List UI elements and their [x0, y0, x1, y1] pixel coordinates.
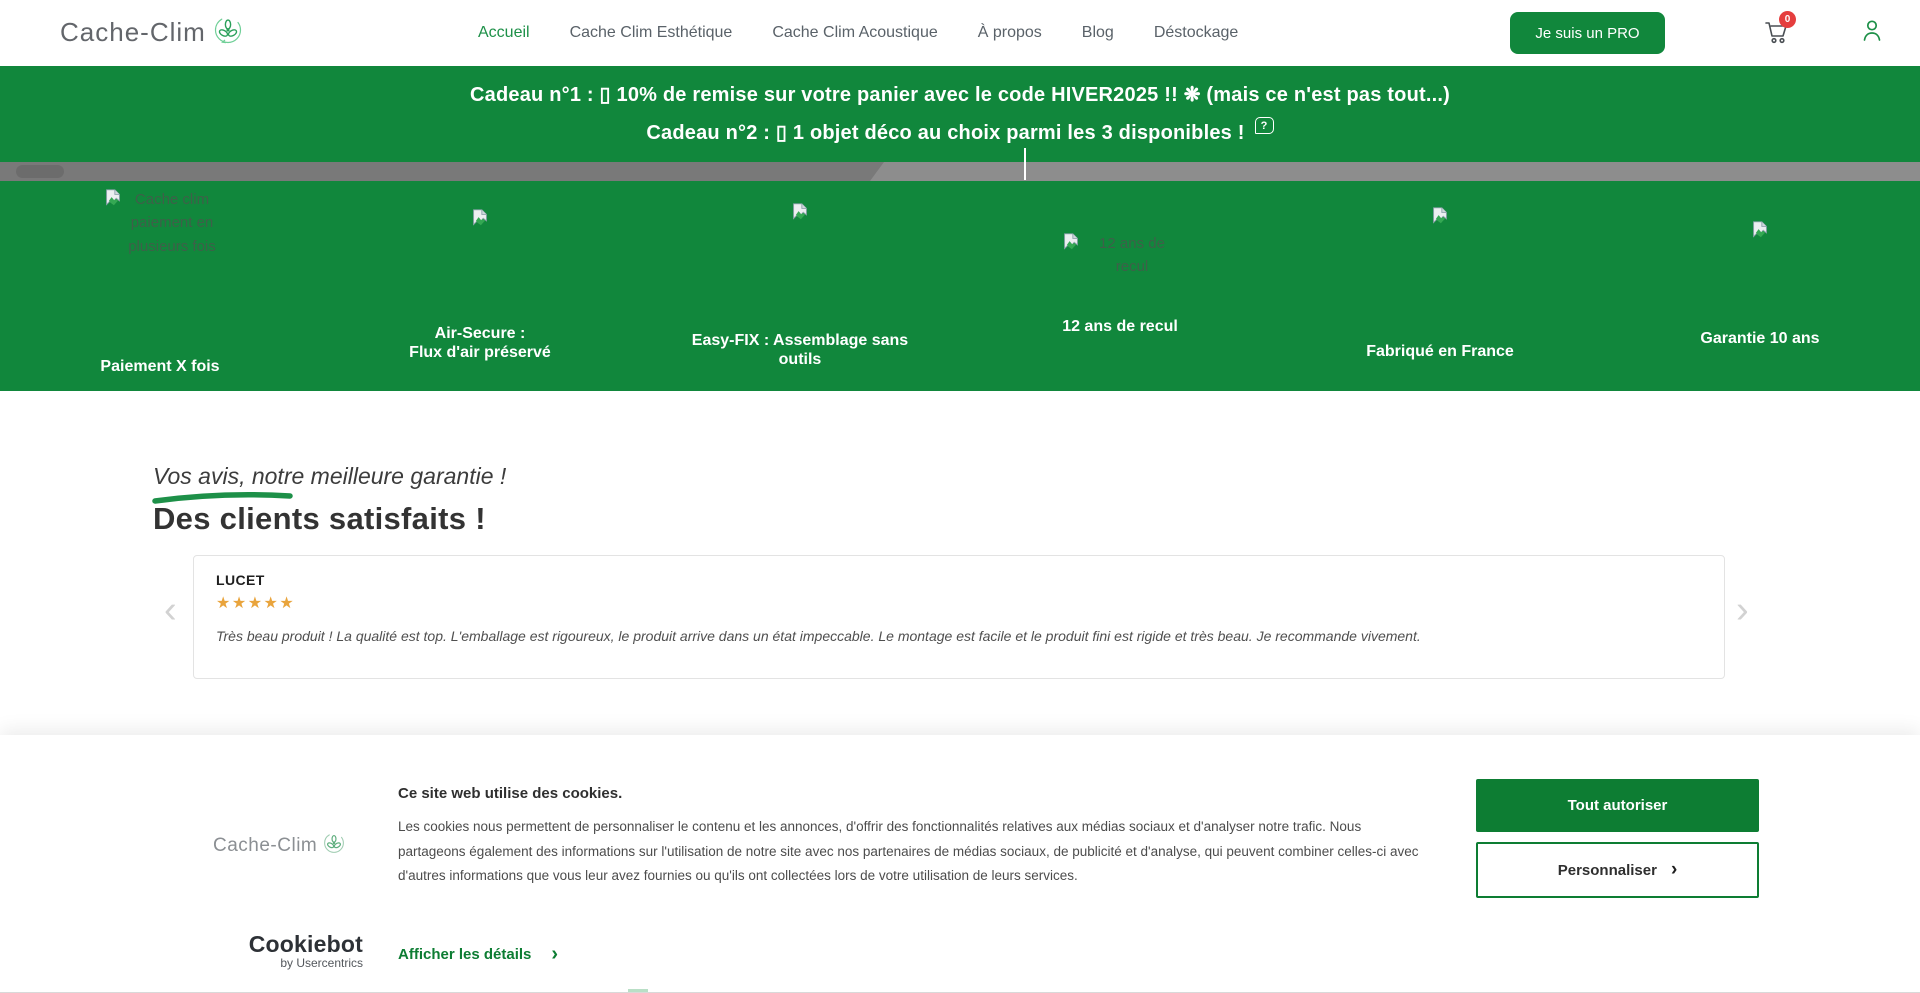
- nav-cache-clim-esthetique[interactable]: Cache Clim Esthétique: [570, 24, 733, 42]
- bottom-edge-artifact: [628, 989, 648, 992]
- account-button[interactable]: [1858, 16, 1888, 46]
- feature-12-ans: 12 ans de recul 12 ans de recul: [960, 180, 1280, 391]
- review-card: LUCET ★★★★★ Très beau produit ! La quali…: [193, 555, 1725, 679]
- image-alt-text: Cache clim paiement en plusieurs fois: [126, 188, 218, 258]
- broken-image-icon: [1280, 206, 1600, 228]
- nav-a-propos[interactable]: À propos: [978, 24, 1042, 42]
- nav-cache-clim-acoustique[interactable]: Cache Clim Acoustique: [772, 24, 937, 42]
- carousel-prev-icon[interactable]: ‹: [164, 591, 177, 629]
- cart-button[interactable]: 0: [1762, 16, 1798, 52]
- fan-icon: [322, 831, 346, 860]
- cookiebot-logo: Cookiebot by Usercentrics: [213, 931, 363, 970]
- nav-accueil[interactable]: Accueil: [478, 24, 530, 42]
- chevron-right-icon: ›: [551, 943, 558, 966]
- image-alt-text: 12 ans de recul: [1084, 232, 1180, 279]
- chevron-right-icon: ›: [1671, 859, 1677, 881]
- broken-image-icon: [1600, 220, 1920, 242]
- cookie-site-logo: Cache-Clim: [213, 831, 346, 860]
- feature-garantie: Garantie 10 ans: [1600, 180, 1920, 391]
- feature-air-secure: Air-Secure : Flux d'air préservé: [320, 180, 640, 391]
- reviews-tagline: Vos avis, notre meilleure garantie !: [153, 463, 506, 490]
- pro-button[interactable]: Je suis un PRO: [1510, 12, 1665, 54]
- user-icon: [1858, 31, 1886, 48]
- promo-and-features-section: Cadeau n°1 : ▯ 10% de remise sur votre p…: [0, 66, 1920, 391]
- site-logo[interactable]: Cache-Clim: [60, 14, 244, 51]
- feature-caption: Paiement X fois: [0, 358, 320, 377]
- cookie-logo-text: Cache-Clim: [213, 835, 317, 857]
- star-rating-icon: ★★★★★: [216, 593, 1702, 613]
- video-playhead-cursor: [1024, 148, 1026, 180]
- cookiebot-wordmark: Cookiebot: [213, 931, 363, 958]
- reviews-section: Vos avis, notre meilleure garantie ! Des…: [0, 391, 1920, 735]
- promo-line-1: Cadeau n°1 : ▯ 10% de remise sur votre p…: [0, 66, 1920, 107]
- promo-line-2: Cadeau n°2 : ▯ 1 objet déco au choix par…: [0, 120, 1920, 145]
- broken-image-icon: Cache clim paiement en plusieurs fois: [0, 188, 320, 258]
- show-details-label: Afficher les détails: [398, 946, 531, 963]
- video-progress-played: [0, 162, 884, 181]
- reviews-heading: Des clients satisfaits !: [153, 501, 486, 537]
- feature-caption: Fabriqué en France: [1280, 343, 1600, 362]
- feature-fabrique-en-france: Fabriqué en France: [1280, 180, 1600, 391]
- feature-caption: Easy-FIX : Assemblage sans outils: [640, 332, 960, 370]
- carousel-next-icon[interactable]: ›: [1736, 591, 1749, 629]
- cart-count-badge: 0: [1779, 11, 1796, 28]
- fan-icon: [212, 14, 244, 51]
- nav-destockage[interactable]: Déstockage: [1154, 24, 1239, 42]
- main-nav: Accueil Cache Clim Esthétique Cache Clim…: [478, 0, 1238, 66]
- allow-all-cookies-button[interactable]: Tout autoriser: [1476, 779, 1759, 832]
- video-progress-bar[interactable]: [0, 162, 1920, 181]
- features-row: Cache clim paiement en plusieurs fois Pa…: [0, 180, 1920, 391]
- help-bubble-icon[interactable]: ?: [1255, 117, 1274, 134]
- video-progress-thumb[interactable]: [16, 165, 64, 178]
- cookiebot-byline: by Usercentrics: [213, 956, 363, 970]
- promo-line-2-text: Cadeau n°2 : ▯ 1 objet déco au choix par…: [646, 120, 1244, 145]
- feature-caption: 12 ans de recul: [960, 318, 1280, 337]
- logo-text: Cache-Clim: [60, 17, 206, 48]
- cookie-title: Ce site web utilise des cookies.: [398, 785, 622, 802]
- feature-paiement: Cache clim paiement en plusieurs fois Pa…: [0, 180, 320, 391]
- broken-image-icon: [640, 202, 960, 224]
- broken-image-icon: [320, 208, 640, 230]
- review-text: Très beau produit ! La qualité est top. …: [216, 628, 1702, 644]
- cart-icon: [1762, 33, 1792, 50]
- site-header: Cache-Clim Accueil Cache Clim Esthétique…: [0, 0, 1920, 66]
- broken-image-icon: 12 ans de recul: [960, 232, 1280, 279]
- feature-caption: Air-Secure : Flux d'air préservé: [320, 325, 640, 363]
- review-author: LUCET: [216, 572, 1702, 588]
- personalize-cookies-button[interactable]: Personnaliser ›: [1476, 842, 1759, 898]
- cookie-consent-banner: Cache-Clim Cookiebot by Usercentrics Ce …: [0, 735, 1920, 993]
- personalize-label: Personnaliser: [1558, 862, 1657, 879]
- nav-blog[interactable]: Blog: [1082, 24, 1114, 42]
- cookie-description: Les cookies nous permettent de personnal…: [398, 815, 1428, 889]
- feature-caption: Garantie 10 ans: [1600, 330, 1920, 349]
- show-details-link[interactable]: Afficher les détails ›: [398, 943, 558, 966]
- feature-easy-fix: Easy-FIX : Assemblage sans outils: [640, 180, 960, 391]
